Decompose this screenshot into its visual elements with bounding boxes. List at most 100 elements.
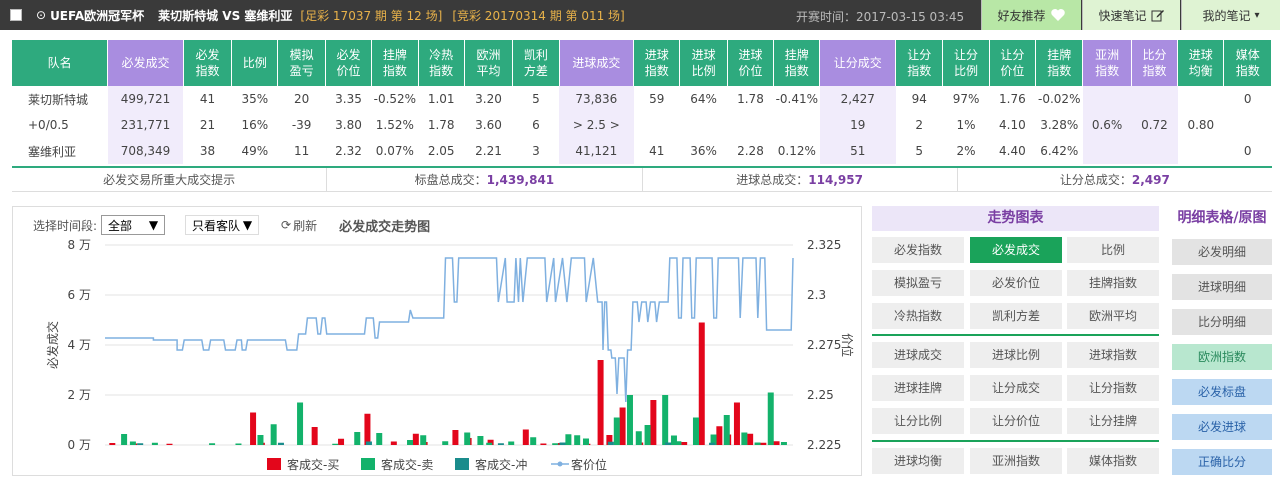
column-header: 比分 指数 — [1131, 40, 1179, 86]
trend-chart-button[interactable]: 让分挂牌 — [1067, 408, 1159, 434]
column-header: 欧洲 平均 — [464, 40, 514, 86]
trend-chart-button[interactable]: 让分成交 — [970, 375, 1062, 401]
table-cell: 38 — [199, 144, 216, 158]
trend-chart-button[interactable]: 让分指数 — [1067, 375, 1159, 401]
edit-icon — [1151, 10, 1164, 22]
summary-handicap-value: 2,497 — [1131, 173, 1170, 187]
table-row: 莱切斯特城 499,721 41 35% 20 3.35 -0.52% 1.01 3.20 5 73… — [12, 86, 1272, 112]
bar-sell — [332, 443, 339, 445]
detail-link-button[interactable]: 必发标盘 — [1172, 379, 1272, 405]
legend-label: 客成交-买 — [287, 457, 339, 472]
right-axis-label: 价位 — [840, 333, 855, 357]
bar-buy — [109, 443, 116, 445]
detail-link-button[interactable]: 进球明细 — [1172, 274, 1272, 300]
column-header: 必发 价位 — [325, 40, 373, 86]
trend-chart-button[interactable]: 进球比例 — [970, 342, 1062, 368]
bar-hedge — [559, 442, 566, 445]
table-cell: 1.52% — [375, 118, 414, 132]
start-time: 开赛时间：2017-03-15 03:45 — [796, 10, 965, 24]
table-cell — [680, 112, 727, 138]
table-cell: 3.28% — [1040, 118, 1079, 132]
table-cell — [774, 112, 820, 138]
detail-link-button[interactable]: 欧洲指数 — [1172, 344, 1272, 370]
bar-buy — [540, 443, 547, 445]
table-cell: 6.42% — [1040, 144, 1079, 158]
table-cell: 1.78 — [737, 92, 764, 106]
period-select[interactable]: 全部 ▼ — [101, 215, 166, 235]
my-note-button[interactable]: 我的笔记 ▾ — [1181, 0, 1280, 30]
bar-hedge — [365, 441, 372, 445]
right-axis-tick: 2.3 — [807, 288, 826, 302]
table-cell: 41 — [199, 92, 216, 106]
table-cell: 6 — [532, 118, 540, 132]
detail-link-button[interactable]: 必发明细 — [1172, 239, 1272, 265]
trend-chart-button[interactable]: 冷热指数 — [872, 303, 964, 329]
table-cell: +0/0.5 — [28, 118, 69, 132]
column-header: 队名 — [12, 40, 109, 86]
bar-sell — [376, 433, 383, 445]
trend-chart-button[interactable]: 挂牌指数 — [1067, 270, 1159, 296]
legend-swatch — [267, 458, 281, 470]
trend-chart-button[interactable]: 媒体指数 — [1067, 448, 1159, 474]
table-cell — [1082, 138, 1132, 164]
trend-chart-button[interactable]: 进球均衡 — [872, 448, 964, 474]
table-cell: 499,721 — [107, 86, 184, 112]
column-header: 挂牌 指数 — [773, 40, 821, 86]
trend-chart-panel: 选择时间段: 全部 ▼ 只看客队 ▼ ⟳ 刷新 必发成交走势图 0 万 2.225… — [12, 206, 862, 476]
table-cell: 41 — [649, 144, 665, 158]
trend-chart-button[interactable]: 进球成交 — [872, 342, 964, 368]
trend-chart-button[interactable]: 欧洲平均 — [1067, 303, 1159, 329]
legend-marker — [557, 461, 563, 467]
summary-bar: 必发交易所重大成交提示 标盘总成交：1,439,841 进球总成交：114,95… — [12, 166, 1272, 192]
bar-buy — [522, 429, 529, 445]
legend-label: 客价位 — [571, 457, 607, 472]
trend-chart-button[interactable]: 必发指数 — [872, 237, 964, 263]
table-cell: 0 — [1243, 92, 1252, 106]
column-header: 媒体 指数 — [1223, 40, 1272, 86]
table-cell: 2% — [956, 144, 976, 158]
bar-sell — [407, 440, 414, 445]
trend-chart-button[interactable]: 让分比例 — [872, 408, 964, 434]
refresh-button[interactable]: 刷新 — [293, 217, 317, 234]
table-cell: 41,121 — [559, 138, 634, 164]
trend-chart-button[interactable]: 凯利方差 — [970, 303, 1062, 329]
table-cell: 21 — [199, 118, 216, 132]
legend-label: 客成交-冲 — [475, 457, 527, 472]
trend-chart-button[interactable]: 必发价位 — [970, 270, 1062, 296]
summary-hint[interactable]: 必发交易所重大成交提示 — [12, 168, 328, 191]
team-filter-select[interactable]: 只看客队 ▼ — [185, 215, 260, 235]
bar-hedge — [607, 441, 614, 445]
dropdown-arrow-icon: ▼ — [148, 218, 159, 232]
table-cell: 3 — [532, 144, 540, 158]
trend-chart-button[interactable]: 让分价位 — [970, 408, 1062, 434]
table-cell: 4.10 — [999, 118, 1026, 132]
trend-chart-button[interactable]: 进球挂牌 — [872, 375, 964, 401]
summary-handicap-label: 让分总成交： — [1059, 173, 1132, 187]
trend-chart-button[interactable]: 必发成交 — [970, 237, 1062, 263]
detail-link-button[interactable]: 正确比分 — [1172, 449, 1272, 475]
table-cell — [1224, 112, 1272, 138]
friend-recommend-button[interactable]: 好友推荐 — [981, 0, 1081, 30]
bar-sell — [209, 443, 216, 445]
detail-link-button[interactable]: 必发进球 — [1172, 414, 1272, 440]
summary-goal-value: 114,957 — [808, 173, 863, 187]
select-checkbox[interactable] — [10, 9, 22, 21]
trend-chart-button[interactable]: 比例 — [1067, 237, 1159, 263]
table-cell: 2,427 — [819, 86, 896, 112]
detail-link-button[interactable]: 比分明细 — [1172, 309, 1272, 335]
left-axis-tick: 8 万 — [68, 238, 91, 252]
column-header: 挂牌 指数 — [1035, 40, 1084, 86]
quick-note-button[interactable]: 快速笔记 — [1082, 0, 1180, 30]
bar-buy — [390, 441, 397, 445]
table-cell: 16% — [241, 118, 269, 132]
trend-chart-button[interactable]: 亚洲指数 — [970, 448, 1062, 474]
table-cell: > 2.5 > — [559, 112, 634, 138]
trend-chart-button[interactable]: 进球指数 — [1067, 342, 1159, 368]
bar-buy — [681, 442, 688, 445]
bar-sell — [754, 442, 761, 445]
bar-sell — [767, 392, 774, 445]
table-cell: 3.20 — [475, 92, 502, 106]
right-axis-tick: 2.225 — [807, 438, 841, 452]
table-cell: 0 — [1243, 144, 1252, 158]
trend-chart-button[interactable]: 模拟盈亏 — [872, 270, 964, 296]
